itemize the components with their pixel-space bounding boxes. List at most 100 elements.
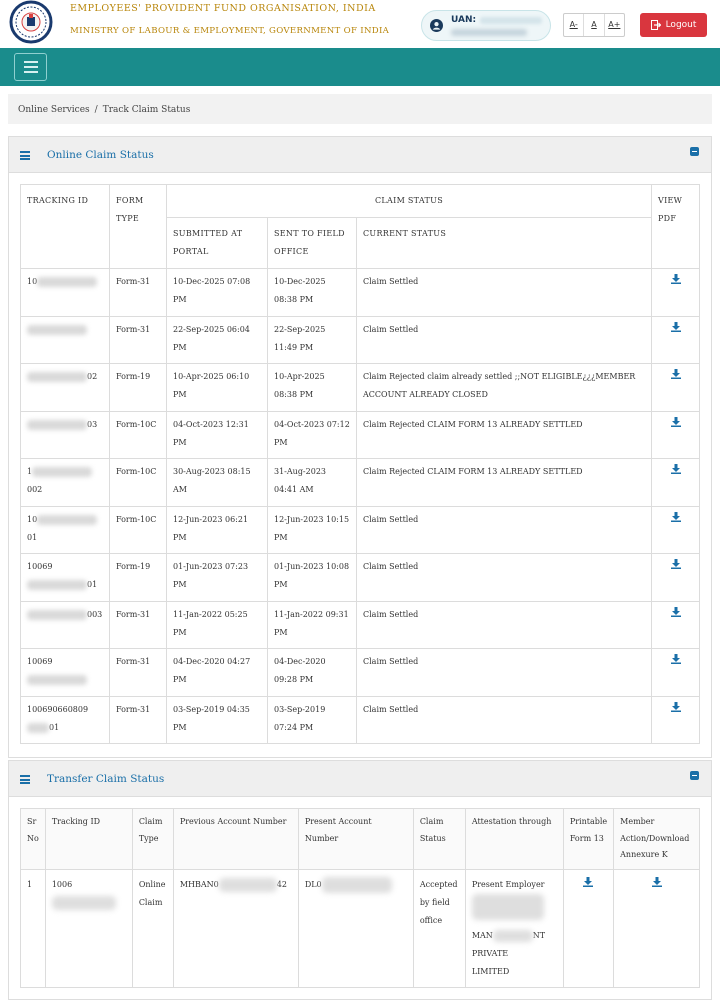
download-icon[interactable] [670,464,681,474]
download-icon[interactable] [670,654,681,664]
current-status-cell: Claim Settled [356,553,652,602]
collapse-icon[interactable] [690,771,699,780]
transfer-present-account: DL0 [297,868,414,988]
download-icon[interactable] [670,416,681,427]
font-reset-button[interactable]: A [584,14,605,36]
user-circle-icon [430,19,443,32]
download-icon[interactable] [670,606,681,617]
view-pdf-cell [651,505,700,554]
table-row: 03 Form-10C 04-Oct-2023 12:31 PM 04-Oct-202… [20,410,700,459]
attestation-mid: MAN [471,930,493,940]
member-action-cell [613,868,700,988]
download-icon[interactable] [670,701,681,712]
sent-field-cell: 04-Oct-2023 07:12 PM [267,410,357,459]
printable-form13-cell [562,868,615,988]
view-pdf-cell [651,315,700,364]
redacted-block [27,722,49,733]
sent-field-cell: 22-Sep-2025 11:49 PM [267,315,357,364]
download-icon[interactable] [651,876,662,887]
collapse-icon[interactable] [690,147,699,156]
breadcrumb-online-services[interactable]: Online Services [18,105,90,115]
download-icon[interactable] [670,559,681,569]
table-row: 02 Form-19 10-Apr-2025 06:10 PM 10-Apr-2025… [20,363,700,412]
transfer-table-row: 1 1006 Online Claim MHBAN0 42 DL0 Accepte… [20,868,700,988]
table-row: Form-31 22-Sep-2025 06:04 PM 22-Sep-2025 1… [20,315,700,364]
redacted-block [27,419,87,430]
attestation-mid-suffix: NT [532,930,546,940]
current-status-cell: Claim Settled [356,600,652,649]
attestation-line1: Present Employer [471,879,545,889]
download-icon[interactable] [583,876,594,887]
col-printable-form13: Printable Form 13 [562,808,615,870]
tracking-id-suffix: 01 [27,532,38,542]
col-member-action: Member Action/Download Annexure K [613,808,700,870]
col-transfer-claim-status: Claim Status [412,808,466,870]
breadcrumb: Online Services / Track Claim Status [8,94,712,124]
table-row: 10069 01 Form-19 01-Jun-2023 07:23 PM 01-Jun… [20,553,700,602]
sent-field-cell: 04-Dec-2020 09:28 PM [267,648,357,697]
breadcrumb-separator: / [94,105,98,115]
download-icon[interactable] [670,369,681,379]
tracking-id-suffix: 003 [87,609,103,619]
menu-bar-icon [23,71,38,73]
sent-field-cell: 01-Jun-2023 10:08 PM [267,553,357,602]
redacted-block [27,324,87,335]
font-increase-button[interactable]: A+ [605,14,624,36]
current-status-cell: Claim Rejected CLAIM FORM 13 ALREADY SET… [356,458,652,507]
table-row: 003 Form-31 11-Jan-2022 05:25 PM 11-Jan-202… [20,600,700,649]
sent-field-cell: 31-Aug-2023 04:41 AM [267,458,357,507]
tracking-id-prefix: 10 [27,277,38,286]
form-type-cell: Form-31 [109,600,167,649]
logout-button[interactable]: Logout [640,13,707,37]
col-submitted: SUBMITTED AT PORTAL [166,217,268,269]
uan-badge[interactable]: UAN: [421,10,551,41]
transfer-tracking-prefix: 1006 [51,879,73,889]
redacted-block [51,895,116,910]
form-type-cell: Form-31 [109,315,167,364]
col-claim-status: CLAIM STATUS [166,184,652,218]
list-icon [20,151,30,160]
redacted-block [218,877,277,892]
menu-bar-icon [23,61,38,63]
logout-icon [650,20,661,30]
view-pdf-cell [651,458,700,507]
form-type-cell: Form-10C [109,505,167,554]
tracking-id-cell: 003 [20,600,110,649]
redacted-block [27,580,87,590]
form-type-cell: Form-19 [109,363,167,412]
submitted-cell: 10-Dec-2025 07:08 PM [166,268,268,317]
main-navbar [0,48,720,86]
tracking-id-cell: 03 [20,410,110,459]
tracking-id-cell [20,315,110,364]
previous-account-prefix: MHBAN0 [179,879,219,889]
current-status-cell: Claim Rejected claim already settled ;;N… [356,363,652,412]
redacted-block [27,609,87,620]
online-claim-panel-header[interactable]: Online Claim Status [9,137,711,173]
user-name-redacted [451,29,527,36]
redacted-block [321,876,392,893]
download-icon[interactable] [670,511,681,522]
breadcrumb-track-claim: Track Claim Status [102,105,191,115]
tracking-id-suffix: 002 [27,485,43,494]
org-title: EMPLOYEES' PROVIDENT FUND ORGANISATION, … [70,3,376,14]
redacted-block [471,893,544,920]
current-status-cell: Claim Settled [356,695,652,744]
col-present-account: Present Account Number [297,808,414,870]
redacted-block [37,514,98,525]
download-icon[interactable] [670,321,681,332]
tracking-id-cell: 02 [20,363,110,412]
view-pdf-cell [651,553,700,602]
font-decrease-button[interactable]: A- [564,14,585,36]
col-tracking-id: TRACKING ID [20,184,110,269]
current-status-cell: Claim Settled [356,505,652,554]
previous-account-suffix: 42 [276,879,287,889]
tracking-id-cell: 10069 [20,648,110,697]
hamburger-menu-button[interactable] [14,53,47,81]
sent-field-cell: 11-Jan-2022 09:31 PM [267,600,357,649]
tracking-id-suffix: 03 [87,419,98,429]
current-status-cell: Claim Rejected CLAIM FORM 13 ALREADY SET… [356,410,652,459]
col-sr-no: Sr No [20,808,46,870]
download-icon[interactable] [670,274,681,284]
redacted-block [37,277,98,287]
transfer-claim-panel-header[interactable]: Transfer Claim Status [9,761,711,797]
